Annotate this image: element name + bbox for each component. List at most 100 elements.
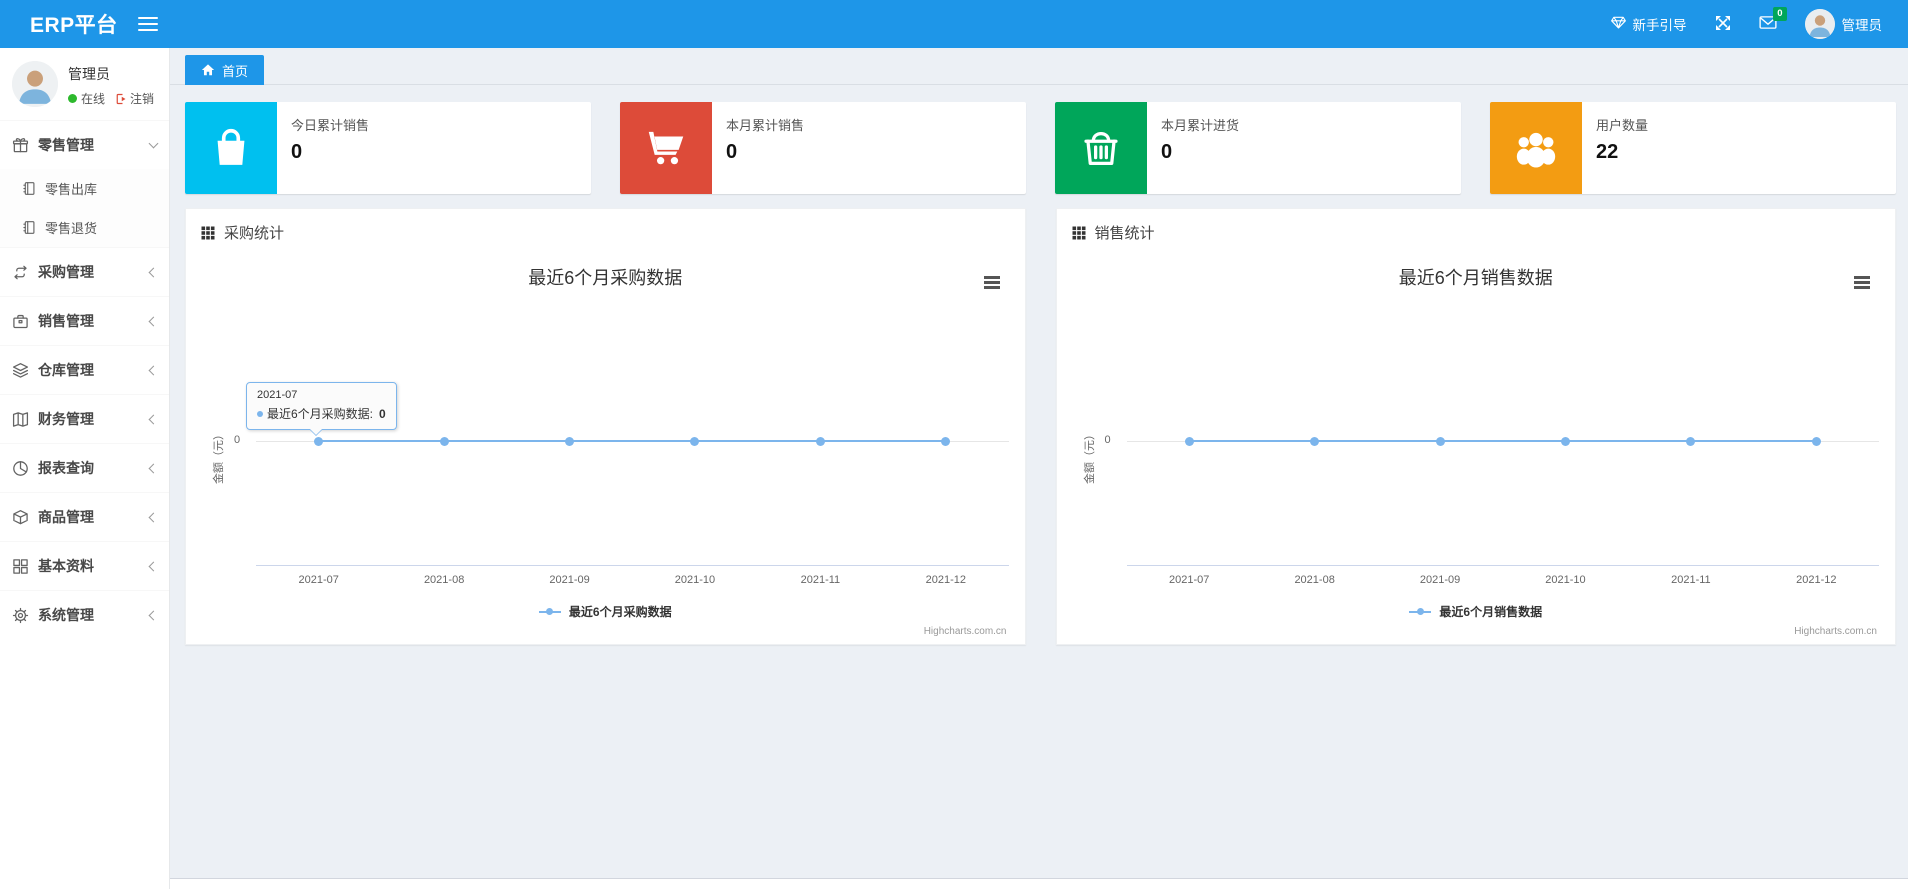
sidebar-item-retail[interactable]: 零售管理	[0, 120, 169, 169]
sidebar-item-label: 销售管理	[38, 313, 94, 329]
guide-label: 新手引导	[1632, 18, 1687, 33]
sidebar-item-retail-outbound[interactable]: 零售出库	[0, 169, 169, 208]
chevron-left-icon	[148, 512, 159, 522]
card-today-sales: 今日累计销售 0	[185, 102, 591, 194]
chevron-left-icon	[148, 316, 159, 326]
x-tick-label: 2021-12	[925, 574, 966, 586]
online-status-icon	[68, 94, 77, 103]
x-tick-label: 2021-09	[549, 574, 590, 586]
purchase-stats-panel: 采购统计 最近6个月采购数据 0 金额（元） 2021-07 最近6个月采购数据…	[185, 208, 1026, 645]
sidebar-user-panel: 管理员 在线 注销	[0, 48, 169, 120]
y-axis-title: 金额（元）	[1083, 429, 1096, 484]
messages-badge: 0	[1773, 7, 1787, 21]
x-tick-label: 2021-12	[1796, 574, 1837, 586]
fullscreen-icon	[1715, 15, 1731, 34]
sidebar-item-system[interactable]: 系统管理	[0, 590, 169, 639]
x-axis-line	[256, 565, 1009, 566]
card-value: 0	[726, 141, 738, 163]
logout-icon	[116, 93, 126, 104]
series-markers	[256, 312, 1009, 566]
sidebar-item-retail-return[interactable]: 零售退货	[0, 208, 169, 247]
gem-icon	[1610, 15, 1626, 33]
bag-icon	[185, 102, 277, 194]
sidebar-user-name: 管理员	[68, 66, 110, 82]
chevron-left-icon	[148, 610, 159, 620]
chart-context-menu-icon[interactable]	[1854, 276, 1870, 291]
panel-header: 销售统计	[1057, 209, 1896, 252]
x-axis-labels: 2021-07 2021-08 2021-09 2021-10 2021-11 …	[1127, 574, 1880, 586]
data-point[interactable]	[1686, 437, 1696, 446]
gear-icon	[12, 607, 29, 623]
data-point[interactable]	[1811, 437, 1821, 446]
y-axis-tick: 0	[234, 434, 241, 446]
data-point[interactable]	[565, 437, 575, 446]
grid-icon	[13, 558, 28, 574]
legend-item[interactable]: 最近6个月采购数据	[186, 603, 1025, 620]
sidebar-avatar	[12, 61, 58, 107]
chart-title: 最近6个月销售数据	[1398, 268, 1553, 288]
sidebar-item-basic-data[interactable]: 基本资料	[0, 541, 169, 590]
x-axis-labels: 2021-07 2021-08 2021-09 2021-10 2021-11 …	[256, 574, 1009, 586]
data-point[interactable]	[1435, 437, 1445, 446]
sidebar-item-label: 财务管理	[38, 411, 94, 427]
highcharts-credit-link[interactable]: Highcharts.com.cn	[924, 626, 1007, 637]
sidebar-item-label: 零售管理	[38, 137, 94, 153]
sidebar-item-label: 采购管理	[38, 264, 94, 280]
main-content: 首页 今日累计销售 0 本月累计销售 0 本月累计进货 0 用户数量 22 采购…	[170, 48, 1908, 889]
data-point[interactable]	[815, 437, 825, 446]
highcharts-credit-link[interactable]: Highcharts.com.cn	[1794, 626, 1877, 637]
legend-label: 最近6个月采购数据	[568, 605, 672, 619]
card-value: 0	[291, 141, 303, 163]
data-point[interactable]	[439, 437, 449, 446]
sidebar-item-goods[interactable]: 商品管理	[0, 492, 169, 541]
chart-panels-row: 采购统计 最近6个月采购数据 0 金额（元） 2021-07 最近6个月采购数据…	[170, 194, 1908, 645]
user-menu[interactable]: 管理员	[1804, 9, 1882, 39]
loop-icon	[14, 265, 27, 279]
home-icon	[201, 64, 215, 76]
sidebar-item-label: 商品管理	[38, 509, 94, 525]
th-grid-icon	[201, 226, 215, 239]
sidebar-user-info: 管理员 在线 注销	[68, 61, 154, 107]
card-label: 本月累计进货	[1161, 118, 1240, 133]
legend-item[interactable]: 最近6个月销售数据	[1057, 603, 1896, 620]
sidebar-item-reports[interactable]: 报表查询	[0, 443, 169, 492]
x-tick-label: 2021-08	[1294, 574, 1335, 586]
guide-button[interactable]: 新手引导	[1610, 14, 1687, 34]
sidebar-item-finance[interactable]: 财务管理	[0, 394, 169, 443]
y-axis-title: 金额（元）	[213, 429, 225, 484]
sidebar-item-label: 基本资料	[38, 558, 94, 574]
sidebar-item-label: 仓库管理	[38, 362, 94, 378]
data-point[interactable]	[1184, 437, 1194, 446]
chart-context-menu-icon[interactable]	[983, 276, 1000, 291]
sidebar-item-warehouse[interactable]: 仓库管理	[0, 345, 169, 394]
th-grid-icon	[1072, 226, 1085, 239]
data-point[interactable]	[1310, 437, 1320, 446]
cart-icon	[620, 102, 712, 194]
card-month-sales: 本月累计销售 0	[620, 102, 1026, 194]
fullscreen-button[interactable]	[1715, 15, 1731, 34]
sidebar-item-sales[interactable]: 销售管理	[0, 296, 169, 345]
plot-area: 0 金额（元）	[1084, 312, 1879, 566]
sales-stats-panel: 销售统计 最近6个月销售数据 0 金额（元） 2021-07 2021-08 2…	[1055, 208, 1896, 645]
tab-strip: 首页	[170, 48, 1908, 85]
messages-button[interactable]: 0	[1758, 7, 1787, 33]
data-point[interactable]	[941, 437, 951, 446]
data-point[interactable]	[690, 437, 700, 446]
users-icon	[1490, 102, 1582, 194]
tab-home-label: 首页	[222, 63, 249, 79]
logout-link[interactable]: 注销	[115, 90, 154, 107]
panel-title: 销售统计	[1094, 225, 1155, 242]
page-footer	[170, 878, 1908, 889]
briefcase-icon	[13, 314, 28, 328]
data-point[interactable]	[1560, 437, 1570, 446]
tab-home[interactable]: 首页	[185, 55, 265, 85]
notebook-icon	[23, 182, 35, 195]
brand-logo[interactable]: ERP平台	[0, 9, 118, 39]
tooltip-value: 0	[379, 406, 386, 421]
sidebar-item-label: 报表查询	[38, 460, 94, 476]
plot-area: 0 金额（元） 2021-07 最近6个月采购数据: 0	[213, 312, 1009, 566]
sidebar-toggle-icon[interactable]	[137, 13, 158, 35]
online-status-label: 在线	[81, 92, 106, 106]
x-tick-label: 2021-07	[1169, 574, 1210, 586]
sidebar-item-purchase[interactable]: 采购管理	[0, 247, 169, 296]
